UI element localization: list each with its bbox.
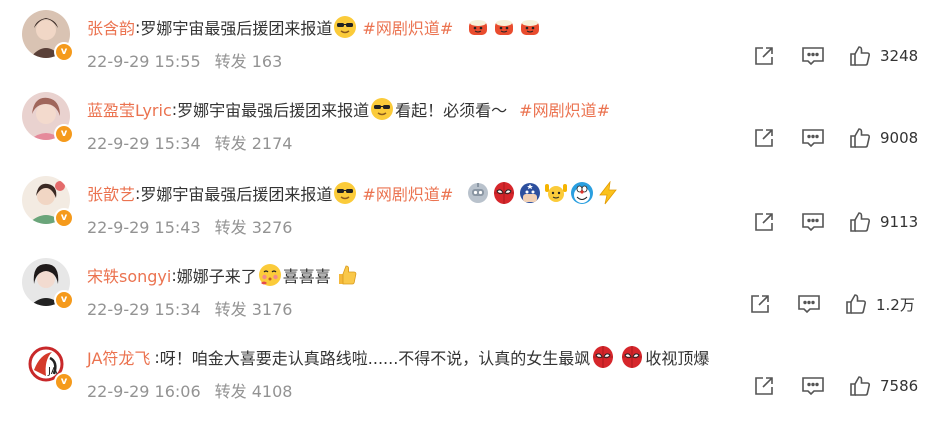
comment-list: v 张含韵 : 罗娜宇宙最强后援团来报道 #网剧炽道# 22-9-29 15:5… [0,0,944,424]
comment-icon [798,295,820,314]
thumbs-up-icon [850,46,871,66]
topic-link[interactable]: #网剧炽道# [362,181,453,205]
thumbs-up-icon [850,128,871,148]
comment-icon [802,213,824,232]
comment-text: 罗娜宇宙最强后援团来报道 [140,185,333,204]
share-button[interactable] [752,126,776,150]
share-button[interactable] [752,44,776,68]
topic-link[interactable]: #网剧炽道# [519,97,610,121]
captain-emoji [518,181,542,205]
comment-text-after: 看起！必须看～ [395,101,508,120]
comment-author[interactable]: 宋轶songyi [87,263,171,287]
comment-text-after: 喜喜喜 [282,267,331,286]
comment-author[interactable]: JA符龙飞 [87,345,150,369]
like-count: 9113 [880,213,919,231]
comment-item: v 张含韵 : 罗娜宇宙最强后援团来报道 #网剧炽道# 22-9-29 15:5… [0,4,944,86]
comment-icon [802,47,824,66]
thumbs-up-icon [846,294,867,314]
comment-button[interactable] [800,126,826,150]
blush-emoji [258,263,282,287]
comment-content: 蓝盈莹Lyric : 罗娜宇宙最强后援团来报道 看起！必须看～ #网剧炽道# [87,96,610,122]
spiderman-emoji [591,345,615,369]
robot-emoji [466,181,490,205]
comment-item: JA v JA符龙飞 : 呀！咱金大喜要走认真路线啦......不得不说，认真的… [0,334,944,416]
comment-icon [802,129,824,148]
spiderman-emoji [620,345,644,369]
share-icon [755,47,773,65]
comment-author[interactable]: 蓝盈莹Lyric [87,97,172,121]
like-button[interactable]: 7586 [848,374,918,398]
comment-item: v 宋轶songyi : 娜娜子来了 喜喜喜 22-9-29 15:34 转发 3… [0,252,944,334]
like-count: 3248 [880,47,919,65]
share-button[interactable] [752,210,776,234]
topic-link[interactable]: #网剧炽道# [362,15,453,39]
share-icon [755,377,773,395]
comment-content: 张含韵 : 罗娜宇宙最强后援团来报道 #网剧炽道# [87,14,543,40]
comment-content: 张歆艺 : 罗娜宇宙最强后援团来报道 #网剧炽道# [87,180,621,206]
comment-icon [802,377,824,396]
thumbs-up-icon [850,376,871,396]
sunglasses-emoji [333,15,357,39]
drum-emoji [492,15,516,39]
spiderman-emoji [492,181,516,205]
drum-emoji [466,15,490,39]
thumbs-up-icon [850,212,871,232]
comment-content: 宋轶songyi : 娜娜子来了 喜喜喜 [87,262,360,288]
comment-item: v 张歆艺 : 罗娜宇宙最强后援团来报道 #网剧炽道# 22-9-29 15:4… [0,170,944,252]
like-count: 7586 [880,377,919,395]
share-icon [755,129,773,147]
like-count: 1.2万 [876,295,915,314]
comment-text-after: 收视顶爆 [645,349,710,368]
share-icon [751,295,769,313]
sunglasses-emoji [370,97,394,121]
comment-item: v 蓝盈莹Lyric : 罗娜宇宙最强后援团来报道 看起！必须看～ #网剧炽道#… [0,86,944,168]
comment-author[interactable]: 张含韵 [87,15,135,39]
like-button[interactable]: 3248 [848,44,918,68]
comment-button[interactable] [800,44,826,68]
thumbs-up-emoji [335,263,359,287]
like-button[interactable]: 1.2万 [844,292,915,316]
comment-content: JA符龙飞 : 呀！咱金大喜要走认真路线啦......不得不说，认真的女生最飒 … [87,344,709,370]
like-button[interactable]: 9113 [848,210,918,234]
comment-button[interactable] [800,210,826,234]
like-button[interactable]: 9008 [848,126,918,150]
share-icon [755,213,773,231]
share-button[interactable] [748,292,772,316]
drum-emoji [518,15,542,39]
comment-text: 呀！咱金大喜要走认真路线啦......不得不说，认真的女生最飒 [159,349,591,368]
comment-author[interactable]: 张歆艺 [87,181,135,205]
flex-emoji [544,181,568,205]
lightning-emoji [596,181,620,205]
comment-button[interactable] [800,374,826,398]
doraemon-emoji [570,181,594,205]
comment-text: 罗娜宇宙最强后援团来报道 [140,19,333,38]
like-count: 9008 [880,129,919,147]
share-button[interactable] [752,374,776,398]
comment-text: 娜娜子来了 [176,267,257,286]
comment-text: 罗娜宇宙最强后援团来报道 [177,101,370,120]
comment-button[interactable] [796,292,822,316]
sunglasses-emoji [333,181,357,205]
